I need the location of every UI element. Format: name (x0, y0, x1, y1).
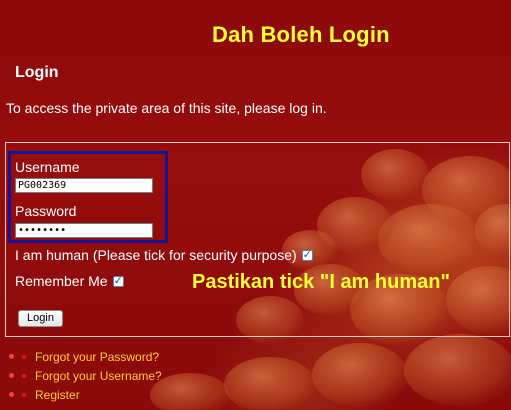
remember-me-checkbox[interactable]: ✓ (112, 274, 124, 287)
login-button[interactable]: Login (18, 310, 63, 327)
human-checkbox-label: I am human (Please tick for security pur… (15, 247, 297, 263)
list-item: Forgot your Password? (6, 347, 162, 366)
username-label: Username (15, 159, 80, 175)
bullet-icon (22, 392, 26, 397)
bullet-icon (9, 354, 14, 359)
list-item: Forgot your Username? (6, 366, 162, 385)
human-check-row: I am human (Please tick for security pur… (15, 247, 313, 263)
forgot-username-link[interactable]: Forgot your Username? (35, 369, 162, 383)
bullet-icon (9, 392, 14, 397)
remember-check-row: Remember Me ✓ (15, 273, 124, 289)
register-link[interactable]: Register (35, 388, 80, 402)
login-intro-text: To access the private area of this site,… (6, 100, 327, 116)
checkmark-icon: ✓ (113, 274, 123, 287)
annotation-title: Dah Boleh Login (212, 22, 390, 47)
page-title: Login (15, 64, 59, 81)
remember-me-label: Remember Me (15, 273, 108, 289)
list-item: Register (6, 385, 162, 404)
checkmark-icon: ✓ (302, 248, 312, 261)
bullet-icon (22, 373, 26, 378)
login-links-list: Forgot your Password? Forgot your Userna… (6, 347, 162, 404)
human-checkbox[interactable]: ✓ (301, 248, 313, 261)
username-input[interactable] (15, 178, 153, 193)
password-label: Password (15, 203, 77, 219)
bullet-icon (22, 354, 26, 359)
password-input[interactable] (15, 223, 153, 238)
annotation-tip: Pastikan tick "I am human" (192, 271, 450, 293)
forgot-password-link[interactable]: Forgot your Password? (35, 350, 159, 364)
bullet-icon (9, 373, 14, 378)
